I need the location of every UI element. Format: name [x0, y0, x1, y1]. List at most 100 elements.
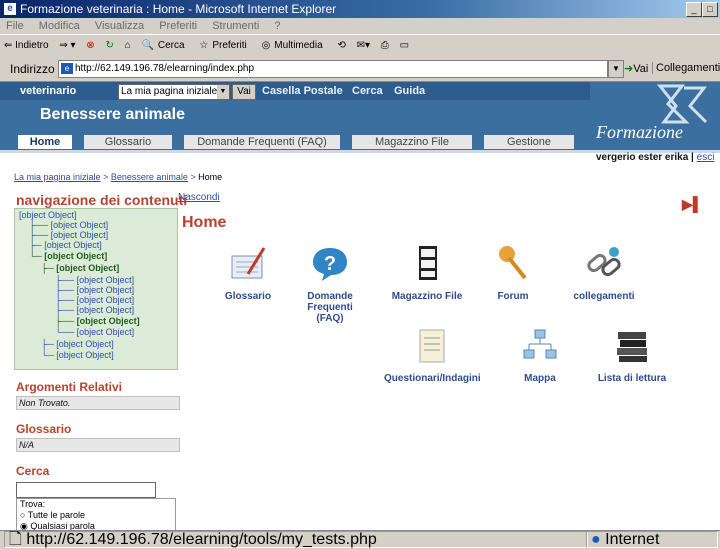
tree-item[interactable]: [object Object]	[19, 210, 77, 220]
logout-link[interactable]: esci	[697, 152, 715, 163]
stop-icon[interactable]: ⊗	[86, 40, 94, 51]
related-title: Argomenti Relativi	[16, 380, 123, 394]
tool-magazzino-file[interactable]: Magazzino File	[384, 244, 470, 302]
tool-label: Magazzino File	[391, 291, 463, 302]
page-select[interactable]: La mia pagina iniziale ▼	[118, 84, 230, 100]
tree-item-label: [object Object]	[76, 275, 135, 285]
glossary-icon	[231, 247, 266, 279]
menu-visualizza[interactable]: Visualizza	[95, 20, 144, 32]
tool-forum[interactable]: Forum	[488, 244, 538, 302]
minimize-button[interactable]: _	[686, 2, 702, 17]
browser-toolbar: ⇐ Indietro ⇒ ▾ ⊗ ↻ ⌂ 🔍 Cerca ☆ Preferiti ◎…	[0, 34, 720, 58]
user-name: vergerio ester erika	[596, 152, 689, 163]
page-favicon-icon: e	[61, 63, 73, 74]
window-title: Formazione veterinaria : Home - Microsof…	[20, 2, 337, 16]
status-url: 🗋 http://62.149.196.78/elearning/tools/m…	[4, 531, 588, 548]
tree-item[interactable]: ├─ [object Object]	[41, 339, 114, 349]
tree-item[interactable]: ├─ [object Object]	[29, 240, 102, 250]
sitemap-icon	[523, 329, 557, 359]
history-icon[interactable]: ⟲	[337, 40, 345, 51]
tab-faq[interactable]: Domande Frequenti (FAQ)	[184, 135, 340, 149]
search-input[interactable]	[16, 482, 156, 498]
tool-mappa[interactable]: Mappa	[516, 326, 564, 384]
status-url-text: http://62.149.196.78/elearning/tools/my_…	[26, 531, 377, 548]
help-link[interactable]: Guida	[394, 84, 425, 98]
menu-strumenti[interactable]: Strumenti	[212, 20, 259, 32]
page-select-go-button[interactable]: Vai	[232, 84, 256, 100]
go-button[interactable]: ➜Vai	[624, 62, 648, 75]
tree-item-label: [object Object]	[56, 350, 114, 360]
tool-label: Domande Frequenti (FAQ)	[307, 291, 353, 324]
survey-icon	[419, 329, 445, 363]
mail-icon[interactable]: ✉▾	[357, 40, 370, 51]
edit-icon[interactable]: ▭	[400, 40, 409, 51]
forward-button[interactable]: ⇒ ▾	[59, 40, 75, 51]
tool-label: Forum	[497, 291, 529, 302]
security-zone-label: Internet	[605, 531, 660, 548]
favorites-button-label: Preferiti	[212, 40, 247, 51]
tool-questionari[interactable]: Questionari/Indagini	[384, 326, 481, 384]
media-button-label: Multimedia	[274, 40, 323, 51]
go-button-label: Vai	[633, 63, 649, 75]
svg-text:?: ?	[324, 253, 336, 275]
refresh-icon[interactable]: ↻	[105, 40, 113, 51]
book-stack-icon	[617, 332, 647, 362]
tool-lista-lettura[interactable]: Lista di lettura	[592, 326, 672, 384]
tool-collegamenti[interactable]: collegamenti	[566, 244, 642, 302]
tree-item[interactable]: ├── [object Object]	[29, 230, 108, 240]
tab-home[interactable]: Home	[18, 135, 72, 149]
tab-magazzino-file[interactable]: Magazzino File	[352, 135, 472, 149]
tool-label: collegamenti	[573, 291, 635, 302]
favorites-button[interactable]: ☆ Preferiti	[199, 40, 250, 51]
go-arrow-icon: ➜	[624, 63, 634, 75]
menu-help[interactable]: ?	[274, 20, 280, 32]
tab-glossario[interactable]: Glossario	[84, 135, 172, 149]
tree-item[interactable]: ├── [object Object]	[55, 295, 134, 305]
tool-label: Glossario	[224, 291, 272, 302]
content-tree: [object Object] ├── [object Object] ├── …	[14, 208, 178, 370]
maximize-button[interactable]: □	[702, 2, 718, 17]
tree-item[interactable]: ├── [object Object]	[29, 220, 108, 230]
page-icon: 🗋	[9, 531, 22, 548]
breadcrumb: La mia pagina iniziale > Benessere anima…	[14, 172, 223, 182]
mailbox-link[interactable]: Casella Postale	[262, 84, 343, 98]
search-option-all[interactable]: ○ Tutte le parole	[20, 510, 85, 520]
tree-item-label: [object Object]	[50, 220, 109, 230]
tree-item[interactable]: ├── [object Object]	[55, 275, 134, 285]
menu-modifica[interactable]: Modifica	[39, 20, 80, 32]
address-input[interactable]: e http://62.149.196.78/elearning/index.ph…	[58, 60, 608, 78]
tree-item[interactable]: └─ [object Object]	[29, 251, 107, 261]
tab-gestione[interactable]: Gestione	[484, 135, 574, 149]
back-button[interactable]: ⇐ Indietro	[4, 40, 49, 51]
play-arrow-icon[interactable]: ▶▌	[682, 196, 703, 213]
tree-item-label: [object Object]	[44, 240, 102, 250]
tree-item[interactable]: ├── [object Object]	[55, 305, 134, 315]
tree-item-label: [object Object]	[56, 339, 114, 349]
links-label[interactable]: Collegamenti	[652, 62, 720, 74]
tree-item[interactable]: ├── [object Object]	[55, 285, 134, 295]
hide-nav-link[interactable]: Nascondi	[178, 192, 220, 203]
tree-item[interactable]: ├─ [object Object]	[41, 263, 119, 273]
media-button[interactable]: ◎ Multimedia	[262, 40, 327, 51]
tool-glossario[interactable]: Glossario	[220, 244, 276, 302]
search-link[interactable]: Cerca	[352, 84, 383, 98]
tree-item-label: [object Object]	[76, 316, 140, 326]
chain-links-icon	[587, 247, 621, 277]
tree-item[interactable]: ├── [object Object]	[55, 316, 140, 326]
breadcrumb-item[interactable]: La mia pagina iniziale	[14, 172, 101, 182]
tool-label: Mappa	[524, 373, 556, 384]
print-icon[interactable]: ⎙	[381, 40, 389, 51]
menu-file[interactable]: File	[6, 20, 24, 32]
tree-item-label: [object Object]	[56, 263, 120, 273]
menu-preferiti[interactable]: Preferiti	[159, 20, 197, 32]
home-icon[interactable]: ⌂	[125, 40, 131, 51]
tree-item[interactable]: └── [object Object]	[55, 327, 134, 337]
globe-icon: ●	[591, 531, 601, 548]
tree-item[interactable]: └─ [object Object]	[41, 350, 114, 360]
search-options-panel: Trova: ○ Tutte le parole ◉ Qualsiasi par…	[16, 498, 176, 534]
address-dropdown-button[interactable]: ▼	[608, 60, 624, 78]
search-button[interactable]: 🔍 Cerca	[141, 40, 188, 51]
tree-item-label: [object Object]	[76, 327, 135, 337]
breadcrumb-item[interactable]: Benessere animale	[111, 172, 188, 182]
tool-faq[interactable]: ? Domande Frequenti (FAQ)	[300, 244, 360, 324]
